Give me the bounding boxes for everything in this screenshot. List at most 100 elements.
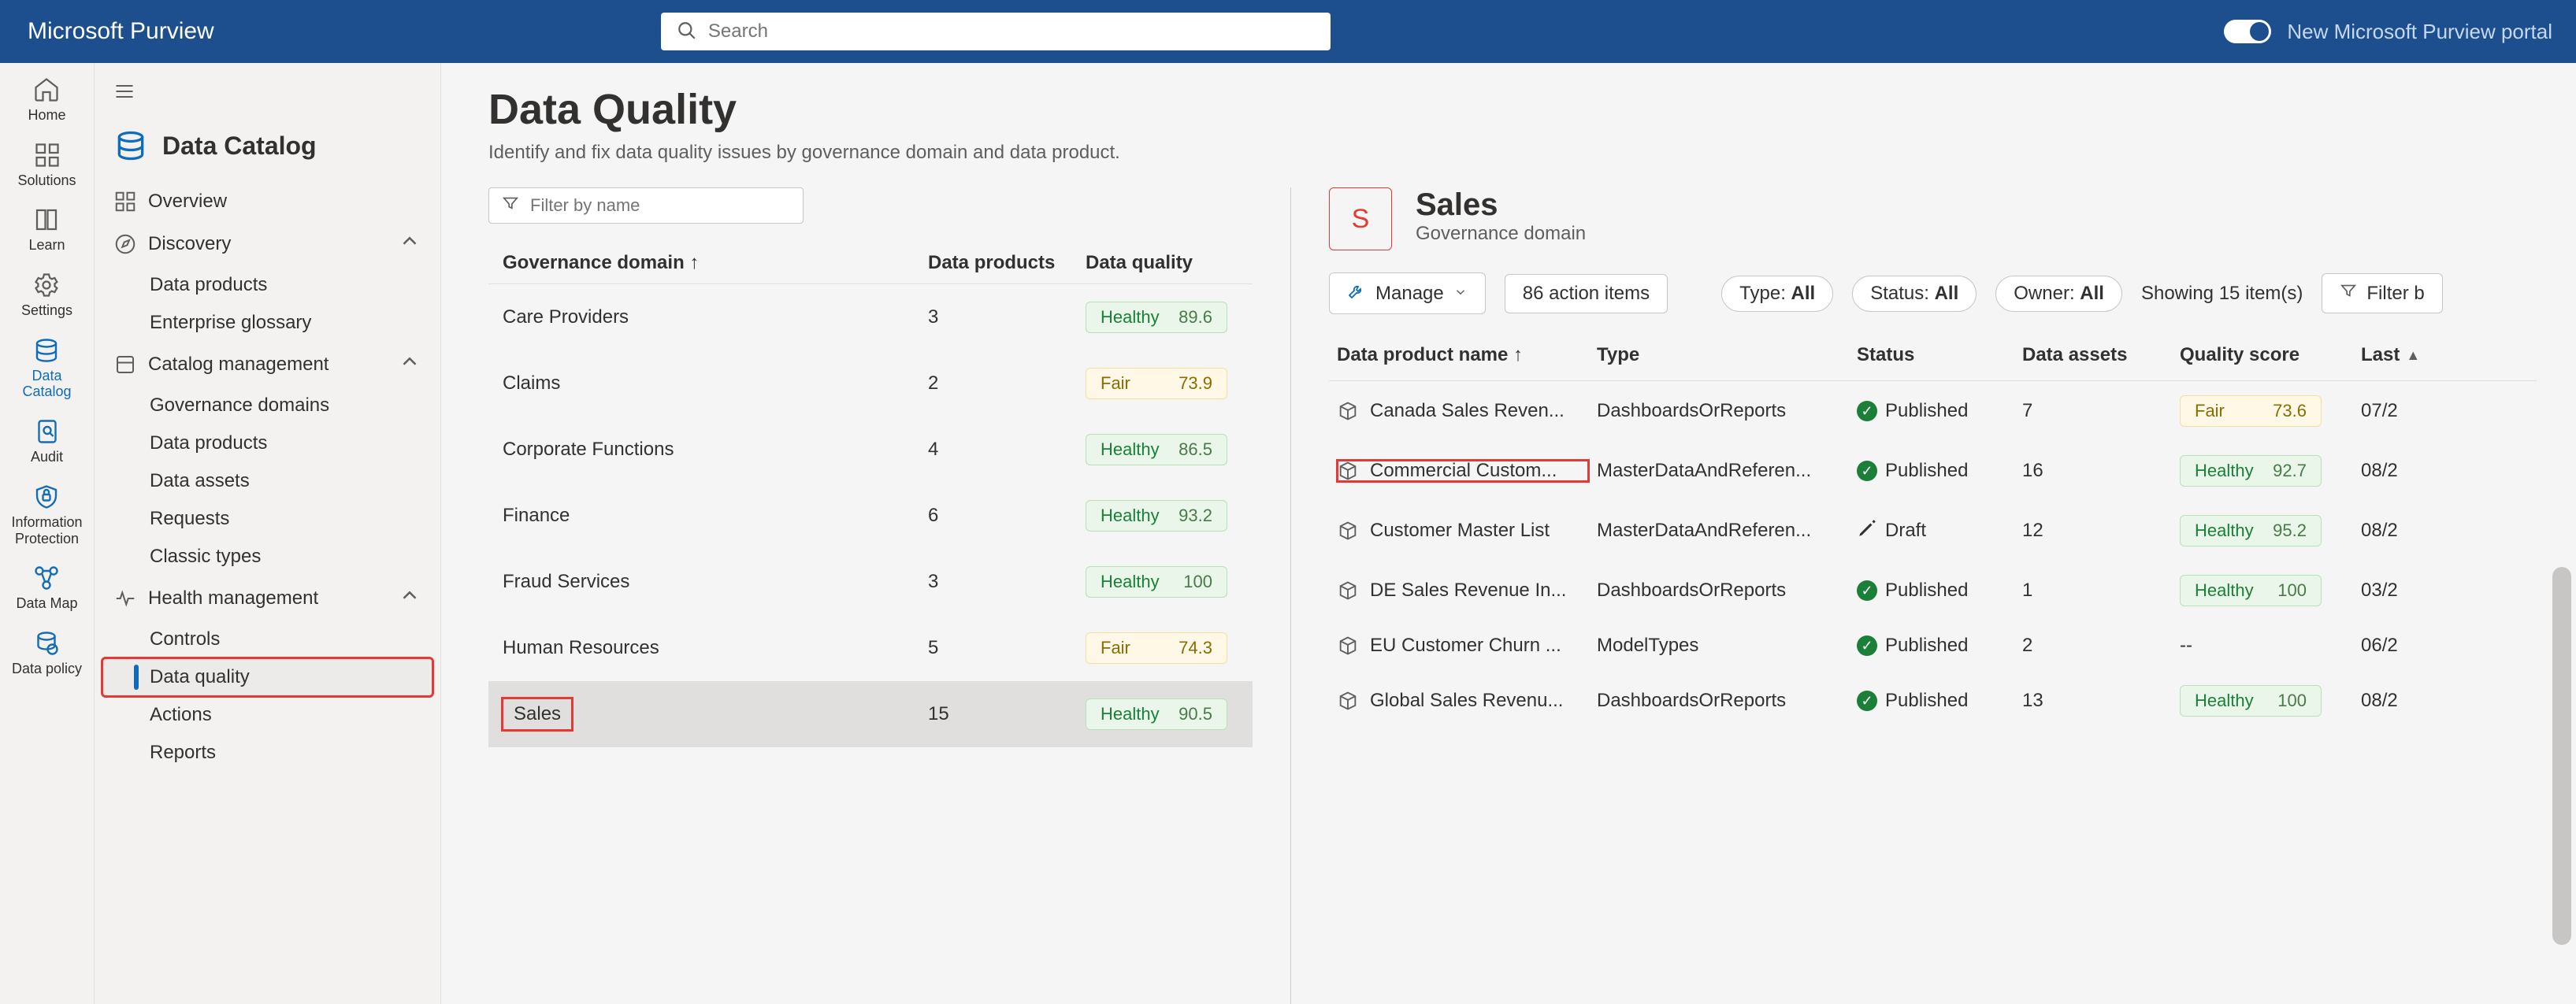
domain-quality: Healthy90.5 [1086, 698, 1267, 730]
check-icon: ✓ [1857, 635, 1877, 656]
dp-name: Commercial Custom... [1337, 460, 1589, 482]
search-icon [677, 20, 708, 43]
nav-cm-data-products[interactable]: Data products [102, 424, 432, 462]
filter-input[interactable] [530, 195, 790, 216]
dp-status: Draft [1857, 518, 2014, 544]
col-data-products[interactable]: Data products [928, 252, 1086, 274]
rail-info-protection[interactable]: Information Protection [11, 483, 82, 546]
portal-toggle[interactable] [2224, 20, 2271, 43]
rail-audit[interactable]: Audit [31, 417, 63, 465]
panel-title: Data Catalog [113, 128, 421, 163]
domain-name: Human Resources [503, 637, 928, 659]
domain-subtitle: Governance domain [1416, 223, 1586, 245]
domain-name: Corporate Functions [503, 439, 928, 461]
domain-name: Finance [503, 505, 928, 527]
domain-row[interactable]: Fraud Services3Healthy100 [488, 549, 1253, 615]
nav-cm-requests[interactable]: Requests [102, 500, 432, 538]
col-data-quality[interactable]: Data quality [1086, 252, 1267, 274]
data-product-row[interactable]: Global Sales Revenu...DashboardsOrReport… [1329, 671, 2537, 731]
data-product-row[interactable]: Customer Master List MasterDataAndReferen… [1329, 501, 2537, 561]
col-dp-assets[interactable]: Data assets [2022, 344, 2172, 366]
nav-discovery[interactable]: Discovery [102, 221, 432, 266]
rail-learn[interactable]: Learn [28, 206, 65, 254]
dp-quality: Fair73.6 [2180, 395, 2353, 427]
dp-quality: Healthy95.2 [2180, 515, 2353, 546]
dp-quality: Healthy92.7 [2180, 455, 2353, 487]
nav-cm-gov-domains[interactable]: Governance domains [102, 387, 432, 424]
domain-row[interactable]: Human Resources5Fair74.3 [488, 615, 1253, 681]
dp-quality: Healthy100 [2180, 575, 2353, 606]
domain-detail: S Sales Governance domain Manage 86 acti… [1290, 187, 2544, 1004]
domain-quality: Fair73.9 [1086, 368, 1267, 399]
nav-discovery-data-products[interactable]: Data products [102, 266, 432, 304]
filter-icon [502, 195, 519, 217]
domain-row[interactable]: Finance6Healthy93.2 [488, 483, 1253, 549]
domain-row[interactable]: Sales15Healthy90.5 [488, 681, 1253, 747]
pill-status[interactable]: Status: All [1852, 276, 1977, 312]
col-dp-status[interactable]: Status [1857, 344, 2014, 366]
nav-hm-controls[interactable]: Controls [102, 621, 432, 658]
filter-by-name[interactable] [488, 187, 804, 224]
rail-data-map[interactable]: Data Map [16, 564, 77, 612]
filter-button[interactable]: Filter b [2322, 273, 2442, 313]
domain-row[interactable]: Care Providers3Healthy89.6 [488, 284, 1253, 350]
check-icon: ✓ [1857, 401, 1877, 421]
domain-row[interactable]: Corporate Functions4Healthy86.5 [488, 417, 1253, 483]
dp-type: DashboardsOrReports [1597, 400, 1849, 422]
domain-product-count: 2 [928, 372, 1086, 395]
action-items-button[interactable]: 86 action items [1505, 274, 1668, 313]
nav-hm-actions[interactable]: Actions [102, 696, 432, 734]
col-dp-last[interactable]: Last▲ [2361, 344, 2471, 366]
dp-assets: 1 [2022, 580, 2172, 602]
domain-quality: Healthy86.5 [1086, 434, 1267, 465]
domain-product-count: 15 [928, 703, 1086, 725]
domain-row[interactable]: Claims2Fair73.9 [488, 350, 1253, 417]
dp-name: Canada Sales Reven... [1337, 400, 1589, 422]
manage-button[interactable]: Manage [1329, 272, 1486, 314]
pill-type[interactable]: Type: All [1721, 276, 1833, 312]
dp-name: Customer Master List [1337, 520, 1589, 542]
dp-assets: 13 [2022, 690, 2172, 712]
nav-cm-data-assets[interactable]: Data assets [102, 462, 432, 500]
nav-catalog-mgmt[interactable]: Catalog management [102, 342, 432, 387]
nav-cm-classic-types[interactable]: Classic types [102, 538, 432, 576]
chevron-down-icon [1453, 283, 1468, 305]
dp-quality: Healthy100 [2180, 685, 2353, 717]
scrollbar[interactable] [2552, 567, 2571, 945]
left-rail: Home Solutions Learn Settings Data Catal… [0, 63, 95, 1004]
global-search[interactable] [661, 13, 1331, 50]
dp-status: ✓Published [1857, 580, 2014, 602]
data-product-row[interactable]: DE Sales Revenue In...DashboardsOrReport… [1329, 561, 2537, 621]
nav-health-mgmt[interactable]: Health management [102, 576, 432, 621]
rail-data-catalog[interactable]: Data Catalog [22, 336, 71, 400]
data-product-row[interactable]: Canada Sales Reven... DashboardsOrReports… [1329, 381, 2537, 441]
col-dp-name[interactable]: Data product name ↑ [1337, 344, 1589, 366]
hamburger-icon[interactable] [113, 80, 421, 108]
nav-discovery-glossary[interactable]: Enterprise glossary [102, 304, 432, 342]
col-gov-domain[interactable]: Governance domain [503, 252, 928, 274]
nav-overview[interactable]: Overview [102, 182, 432, 221]
domain-title: Sales [1416, 187, 1586, 223]
col-dp-qs[interactable]: Quality score [2180, 344, 2353, 366]
nav-hm-reports[interactable]: Reports [102, 734, 432, 772]
dp-type: MasterDataAndReferen... [1597, 520, 1849, 542]
data-product-row[interactable]: EU Customer Churn ...ModelTypes✓Publishe… [1329, 621, 2537, 671]
dp-assets: 2 [2022, 635, 2172, 657]
domain-product-count: 5 [928, 637, 1086, 659]
dp-assets: 7 [2022, 400, 2172, 422]
col-dp-type[interactable]: Type [1597, 344, 1849, 366]
rail-settings[interactable]: Settings [21, 271, 72, 319]
domain-product-count: 4 [928, 439, 1086, 461]
dp-status: ✓Published [1857, 460, 2014, 482]
pill-owner[interactable]: Owner: All [1995, 276, 2122, 312]
domain-product-count: 6 [928, 505, 1086, 527]
domain-quality: Healthy100 [1086, 566, 1267, 598]
rail-home[interactable]: Home [28, 76, 65, 124]
domain-name: Fraud Services [503, 571, 928, 593]
dp-last: 03/2 [2361, 580, 2471, 602]
rail-data-policy[interactable]: Data policy [12, 629, 82, 677]
nav-hm-data-quality[interactable]: Data quality [102, 658, 432, 696]
rail-solutions[interactable]: Solutions [17, 141, 76, 189]
data-product-row[interactable]: Commercial Custom...MasterDataAndReferen… [1329, 441, 2537, 501]
search-input[interactable] [708, 20, 1315, 43]
